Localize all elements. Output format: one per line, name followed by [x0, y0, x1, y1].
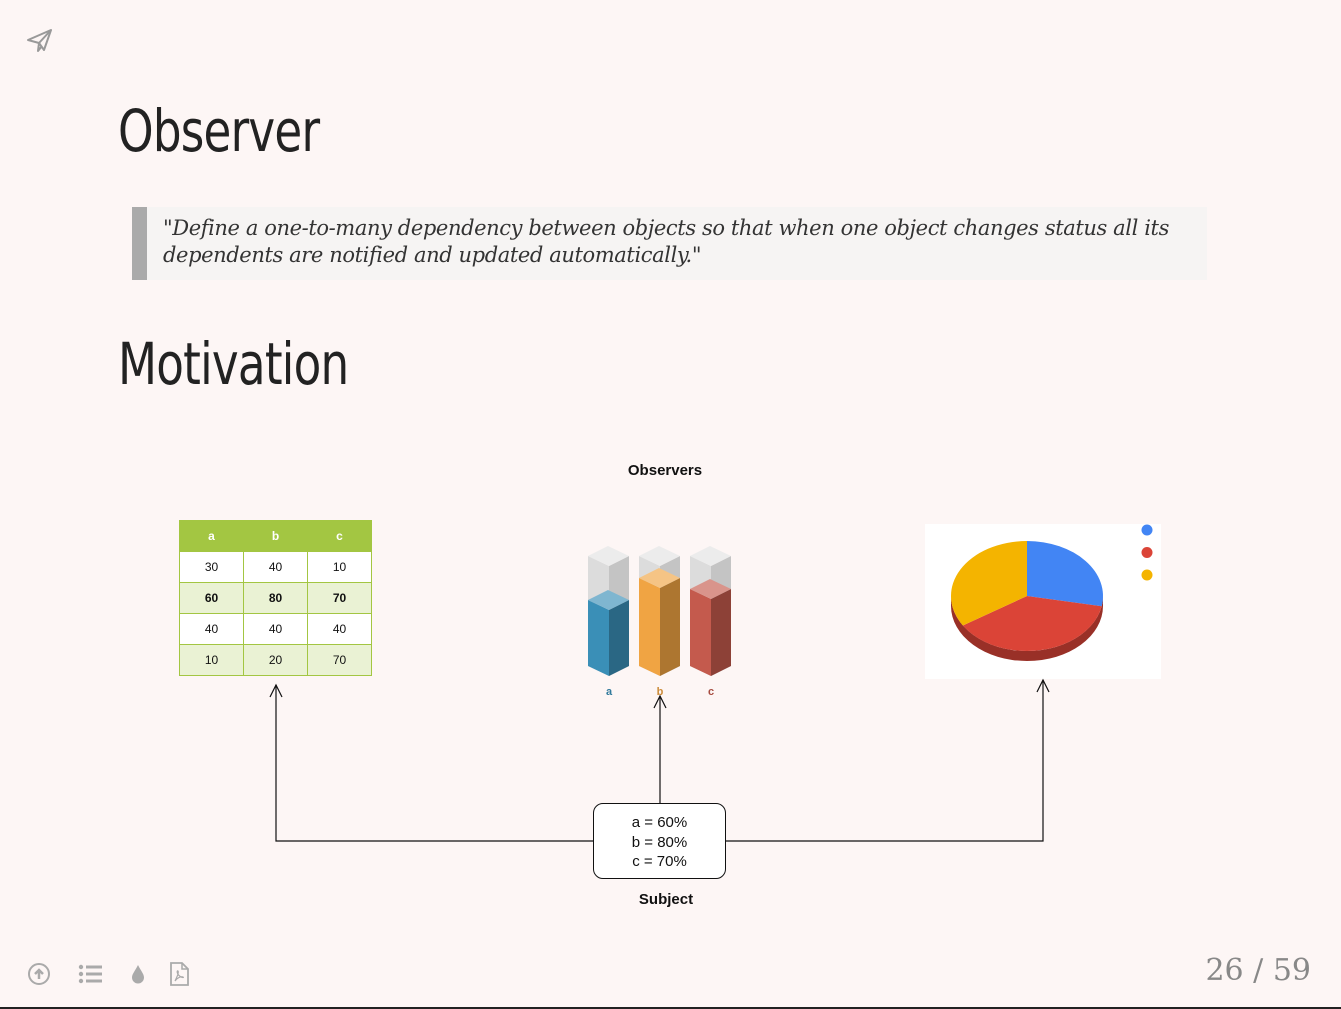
observer-diagram: Observers a b c 30 40 10 60 80 70 40 40 …	[0, 440, 1341, 930]
section-title: Motivation	[118, 330, 349, 398]
drop-icon[interactable]	[126, 962, 150, 986]
subject-value-a: a = 60%	[631, 814, 688, 831]
arrow-to-pie	[726, 680, 1044, 842]
paper-plane-icon[interactable]	[26, 28, 54, 54]
slide-title: Observer	[118, 97, 320, 165]
quote-block: "Define a one-to-many dependency between…	[132, 207, 1207, 280]
quote-text: "Define a one-to-many dependency between…	[163, 216, 1169, 267]
pdf-icon[interactable]	[167, 962, 191, 986]
page-number: 26 / 59	[1205, 953, 1311, 988]
arrow-to-table	[275, 685, 593, 842]
subject-value-b: b = 80%	[631, 833, 688, 851]
subject-value-c: c = 70%	[632, 853, 687, 870]
subject-box: a = 60% b = 80% c = 70%	[593, 803, 726, 879]
subject-label: Subject	[638, 891, 694, 908]
upload-icon[interactable]	[27, 962, 51, 986]
list-icon[interactable]	[78, 962, 102, 986]
